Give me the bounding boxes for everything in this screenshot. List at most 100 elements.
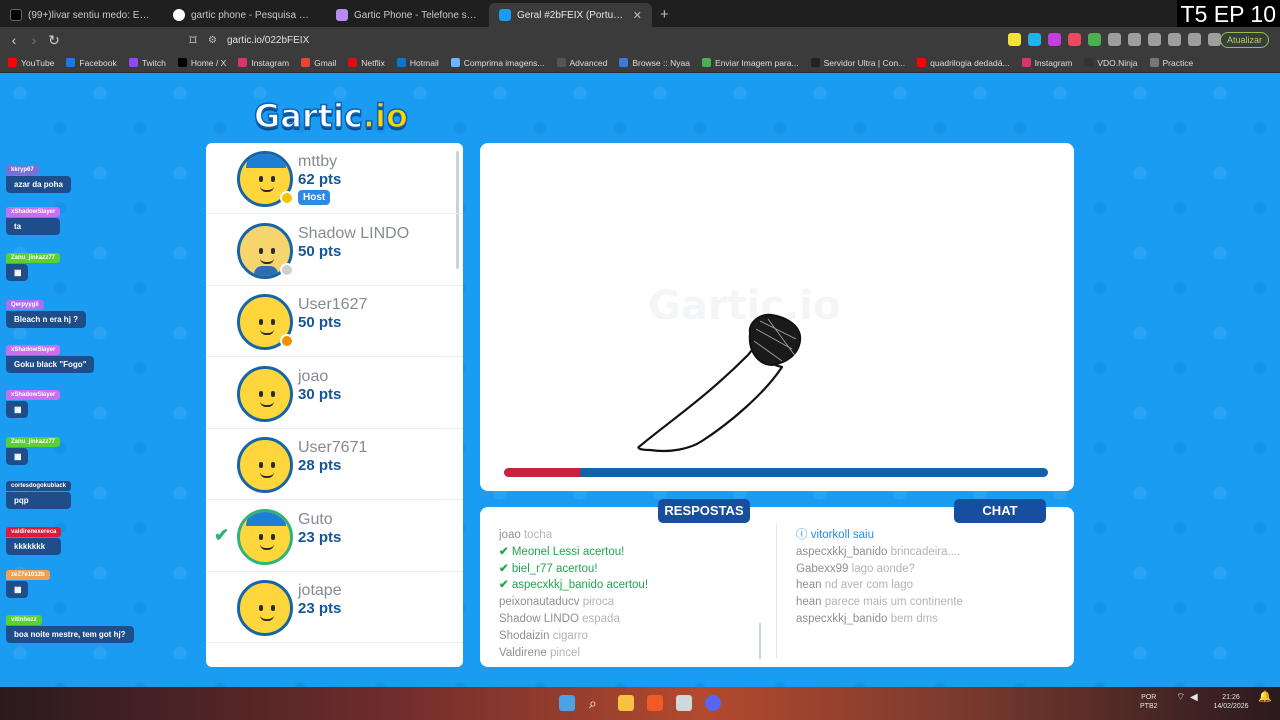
round-timer-bar xyxy=(504,468,1048,477)
app-icon[interactable] xyxy=(676,695,692,711)
bookmark-item[interactable]: Comprima imagens... xyxy=(450,57,545,68)
panel-divider xyxy=(776,523,777,659)
stream-chat-message: xShadowSlayer Goku black "Fogo" xyxy=(6,338,95,373)
browser-tab[interactable]: gartic phone - Pesquisa Google xyxy=(163,3,326,27)
address-bar[interactable]: ⚙ gartic.io/022bFEIX xyxy=(208,30,928,50)
player-row: joao 30 pts xyxy=(206,358,463,429)
chat-tab[interactable]: CHAT xyxy=(954,499,1046,523)
bookmark-item[interactable]: Instagram xyxy=(238,58,289,68)
bookmark-item[interactable]: YouTube xyxy=(8,58,54,68)
avatar-mouth xyxy=(260,329,274,335)
answer-text: cigarro xyxy=(552,629,588,642)
bookmark-item[interactable]: Advanced xyxy=(556,57,608,68)
bookmark-favicon-icon xyxy=(8,58,17,67)
bookmark-label: Enviar Imagem para... xyxy=(714,57,799,68)
extension-icon[interactable] xyxy=(1128,33,1141,46)
answers-tab[interactable]: RESPOSTAS xyxy=(658,499,750,523)
bookmark-item[interactable]: Twitch xyxy=(128,57,166,68)
chat-text: parece mais um continente xyxy=(824,596,963,609)
bookmark-item[interactable]: Home / X xyxy=(177,58,226,68)
chat-text: lago aonde? xyxy=(851,562,915,575)
bookmark-favicon-icon xyxy=(128,58,138,67)
answer-line: Shodaizin cigarro xyxy=(499,628,769,645)
answer-user: Valdirene xyxy=(499,646,547,659)
close-tab-icon[interactable]: ✕ xyxy=(633,9,642,22)
extension-icon[interactable] xyxy=(1108,33,1121,46)
browser-tab[interactable]: Gartic Phone - Telefone sem fio xyxy=(326,3,489,27)
avatar-face xyxy=(254,168,280,198)
bookmark-item[interactable]: Facebook xyxy=(66,58,117,68)
clock[interactable]: 21:26 14/02/2026 xyxy=(1208,693,1254,711)
bookmark-icon[interactable]: ⌑ xyxy=(183,32,203,49)
discord-icon[interactable] xyxy=(705,695,721,711)
extensions-bar xyxy=(1008,33,1221,46)
chat-line: aspecxkkj_banido brincadeira.... xyxy=(796,544,1066,561)
bookmark-item[interactable]: VDO.Ninja xyxy=(1084,57,1138,68)
browser-tab[interactable]: (99+)livar sentiu medo: Emocionante xyxy=(0,3,163,27)
bookmark-item[interactable]: Hotmail xyxy=(396,58,439,68)
drawing-canvas: Gartic.io xyxy=(480,143,1074,491)
bookmark-item[interactable]: Netflix xyxy=(348,58,385,68)
notification-icon[interactable]: 🔔 xyxy=(1258,692,1272,703)
avatar-mouth xyxy=(260,258,274,264)
reload-icon[interactable]: ↻ xyxy=(44,32,64,49)
player-avatar xyxy=(237,437,293,493)
brave-icon[interactable] xyxy=(647,695,663,711)
answer-line: ✔ aspecxkkj_banido acertou! xyxy=(499,577,769,594)
stream-chat-user: xShadowSlayer xyxy=(6,345,61,355)
update-button[interactable]: Atualizar xyxy=(1220,32,1270,48)
back-icon[interactable]: ‹ xyxy=(4,32,24,48)
bookmark-item[interactable]: Gmail xyxy=(301,58,336,68)
stream-chat-user: Zanu_jinkazz77 xyxy=(6,253,61,263)
stream-chat-text: kkkkkkk xyxy=(6,538,62,555)
browser-tabbar: (99+)livar sentiu medo: Emocionante gart… xyxy=(0,0,1280,27)
player-points: 62 pts xyxy=(298,171,342,188)
avatar-eye xyxy=(259,319,263,325)
new-tab-button[interactable]: + xyxy=(652,6,677,27)
language-indicator[interactable]: POR PTB2 xyxy=(1140,693,1158,711)
chat-text: saiu xyxy=(852,529,874,541)
search-icon[interactable]: ⌕ xyxy=(589,695,605,711)
answer-text: acertou! xyxy=(606,579,649,592)
guessed-check-icon: ✔ xyxy=(214,524,230,545)
answer-user: peixonautaducv xyxy=(499,596,580,609)
extension-icon[interactable] xyxy=(1028,33,1041,46)
file-explorer-icon[interactable] xyxy=(618,695,634,711)
bookmark-item[interactable]: Enviar Imagem para... xyxy=(701,57,799,68)
extension-icon[interactable] xyxy=(1188,33,1201,46)
extension-icon[interactable] xyxy=(1088,33,1101,46)
volume-icon[interactable]: ◀ xyxy=(1190,693,1198,703)
bookmark-item[interactable]: Practice xyxy=(1149,58,1193,68)
bookmark-item[interactable]: Browse :: Nyaa xyxy=(619,58,690,68)
extension-icon[interactable] xyxy=(1168,33,1181,46)
player-row: User7671 28 pts xyxy=(206,429,463,500)
extension-icon[interactable] xyxy=(1048,33,1061,46)
bookmark-label: YouTube xyxy=(21,57,55,68)
start-icon[interactable] xyxy=(559,695,575,711)
bookmark-item[interactable]: Instagram xyxy=(1021,58,1072,68)
player-points: 50 pts xyxy=(298,242,342,260)
bookmark-label: Servidor Ultra | Con... xyxy=(823,57,906,68)
extension-icon[interactable] xyxy=(1148,33,1161,46)
site-settings-icon[interactable]: ⚙ xyxy=(208,35,217,46)
bookmark-item[interactable]: Servidor Ultra | Con... xyxy=(810,57,906,68)
extension-icon[interactable] xyxy=(1068,33,1081,46)
bookmark-item[interactable]: quadrilogia dedadá... xyxy=(917,58,1010,68)
bookmark-label: Comprima imagens... xyxy=(463,57,545,68)
browser-tab-active[interactable]: Geral #2bFEIX (Português) - Gartic ✕ xyxy=(489,3,652,27)
wifi-icon[interactable]: ⌔ xyxy=(1176,693,1185,703)
avatar-face xyxy=(254,383,280,413)
bookmark-label: Twitch xyxy=(141,57,166,68)
bookmark-label: Advanced xyxy=(569,57,608,68)
avatar-eye xyxy=(271,247,275,254)
player-row: ✔ Guto 23 pts xyxy=(206,501,463,572)
extension-icon[interactable] xyxy=(1008,33,1021,46)
forward-icon[interactable]: › xyxy=(24,32,44,48)
answers-scrollbar[interactable] xyxy=(759,623,761,659)
answer-line: ✔ Meonel Lessi acertou! xyxy=(499,544,769,561)
bookmark-favicon-icon xyxy=(701,58,711,67)
lang2-text: PTB2 xyxy=(1140,703,1158,710)
player-avatar xyxy=(237,365,293,422)
bookmark-label: VDO.Ninja xyxy=(1097,57,1138,68)
stream-chat-message: Qerpyygli Bleach n era hj ? xyxy=(6,293,87,328)
